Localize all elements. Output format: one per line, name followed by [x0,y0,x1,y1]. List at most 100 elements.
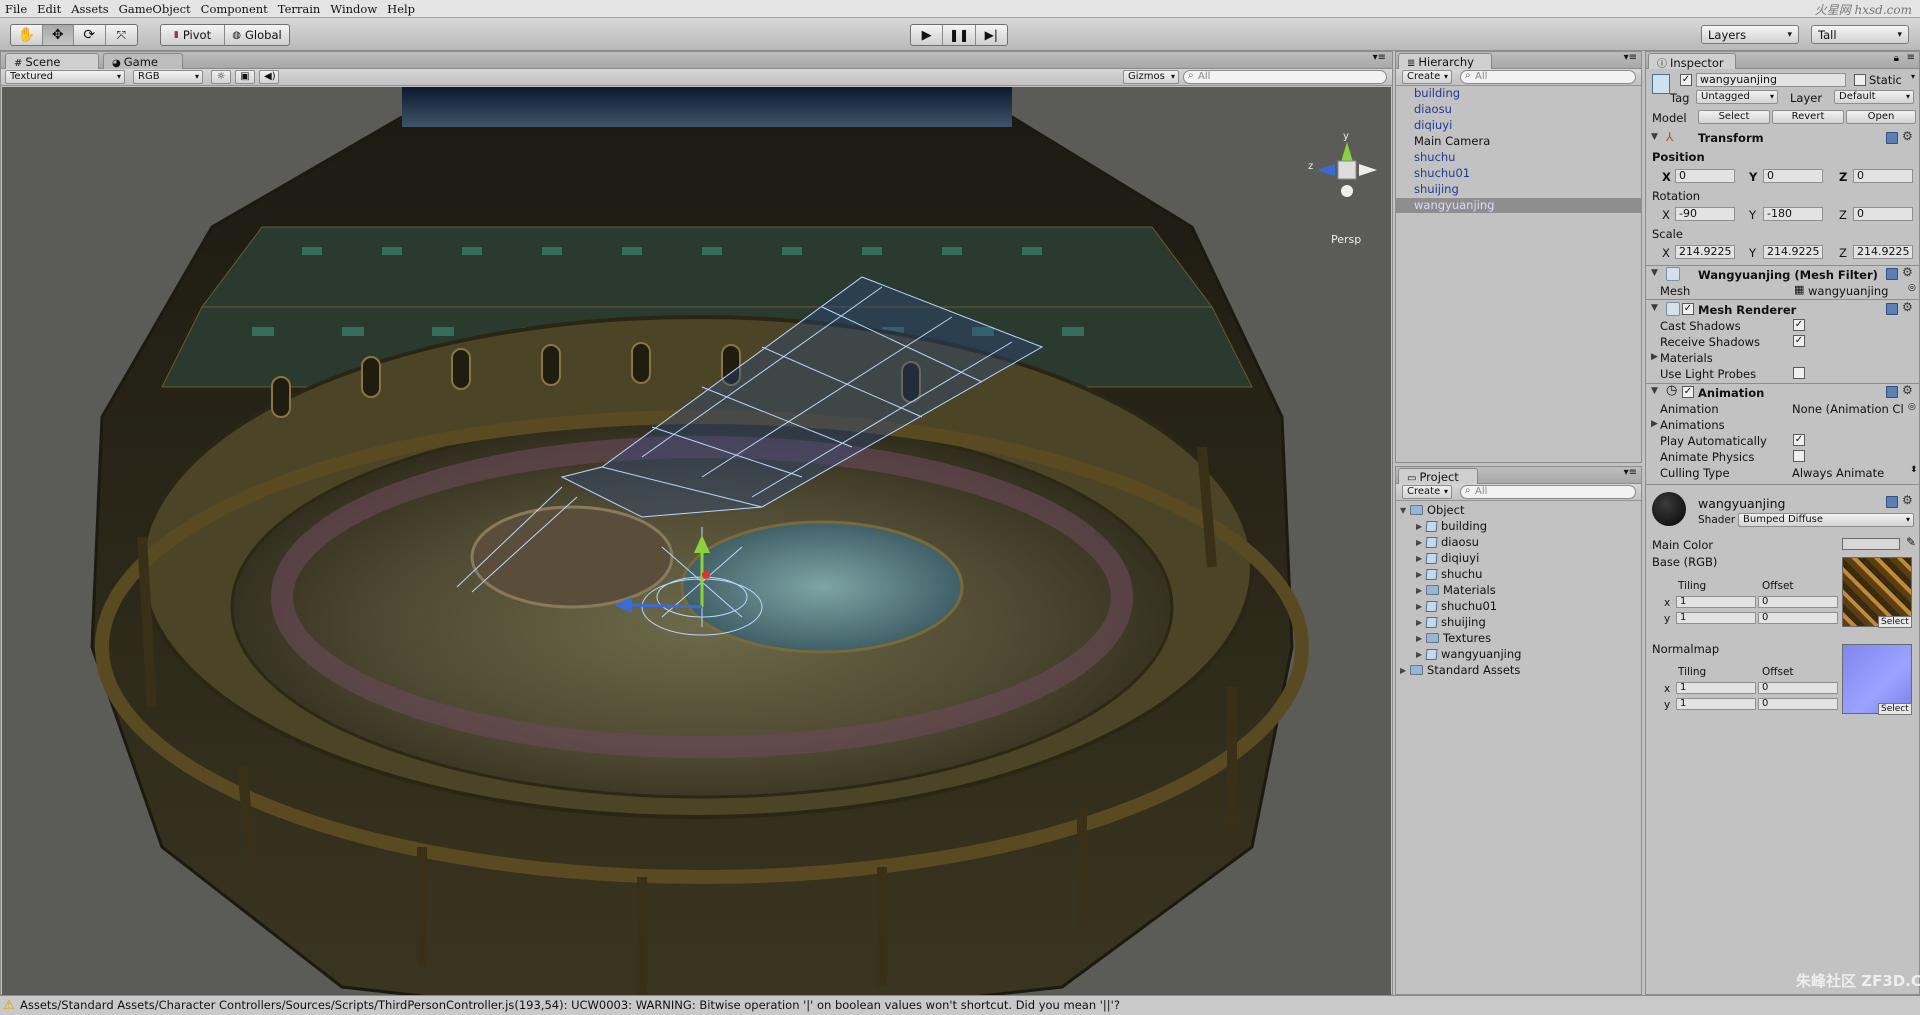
pivot-button[interactable]: ▮ Pivot [161,25,225,45]
materials-fold-icon[interactable]: ▶ [1651,352,1658,362]
menu-help[interactable]: Help [382,0,420,16]
help-book-icon[interactable] [1886,386,1898,398]
lock-icon[interactable]: 🔒︎ [1894,53,1899,64]
project-menu-icon[interactable]: ▾≡ [1624,467,1637,478]
layout-dropdown[interactable]: Tall [1811,25,1909,44]
main-color-swatch[interactable] [1842,538,1900,550]
object-name-field[interactable]: wangyuanjing [1696,73,1846,87]
rotate-tool-button[interactable]: ⟳ [74,25,106,45]
scale-tool-button[interactable]: ⤧ [106,25,137,45]
animate-physics-checkbox[interactable] [1793,450,1805,462]
color-mode-dropdown[interactable]: RGB [133,70,203,84]
rotation-y-field[interactable]: -180 [1763,207,1823,221]
hierarchy-item-diqiuyi[interactable]: diqiuyi [1414,118,1452,132]
normal-offset-x-field[interactable]: 0 [1758,682,1838,694]
normal-tiling-x-field[interactable]: 1 [1676,682,1756,694]
hierarchy-item-building[interactable]: building [1414,86,1460,100]
render-mode-dropdown[interactable]: Textured [5,70,125,84]
base-offset-y-field[interactable]: 0 [1758,612,1838,624]
chevron-updown-icon[interactable]: ⬍ [1910,465,1918,475]
hierarchy-menu-icon[interactable]: ▾≡ [1624,52,1637,63]
hierarchy-item-main-camera[interactable]: Main Camera [1414,134,1490,148]
project-folder-materials[interactable]: ▶ Materials [1416,583,1496,597]
rotation-x-field[interactable]: -90 [1675,207,1735,221]
object-active-checkbox[interactable]: ✓ [1680,74,1692,86]
menu-gameobject[interactable]: GameObject [114,0,196,16]
help-book-icon[interactable] [1886,132,1898,144]
tab-inspector[interactable]: ⓘ Inspector [1648,53,1736,70]
project-item-diaosu[interactable]: ▶ diaosu [1416,535,1479,549]
mesh-renderer-fold-icon[interactable]: ▼ [1651,303,1658,313]
transform-fold-icon[interactable]: ▼ [1651,132,1658,142]
project-item-shuchu[interactable]: ▶ shuchu [1416,567,1482,581]
move-tool-button[interactable]: ✥ [42,25,74,45]
play-button[interactable]: ▶ [911,25,944,45]
expanded-triangle-icon[interactable]: ▼ [1400,506,1410,515]
animation-value-field[interactable]: None (Animation Cl [1792,402,1904,416]
gizmo-x-handle[interactable] [702,571,710,579]
hierarchy-item-shuchu[interactable]: shuchu [1414,150,1455,164]
menu-component[interactable]: Component [196,0,273,16]
project-item-diqiuyi[interactable]: ▶ diqiuyi [1416,551,1479,565]
pause-button[interactable]: ❚❚ [943,25,976,45]
hierarchy-search-input[interactable]: All [1460,70,1636,84]
help-book-icon[interactable] [1886,268,1898,280]
project-item-building[interactable]: ▶ building [1416,519,1487,533]
cast-shadows-checkbox[interactable]: ✓ [1793,319,1805,331]
animation-fold-icon[interactable]: ▼ [1651,386,1658,396]
collapsed-triangle-icon[interactable]: ▶ [1416,618,1426,627]
layers-dropdown[interactable]: Layers [1701,25,1799,44]
project-create-button[interactable]: Create [1402,485,1452,499]
project-item-shuijing[interactable]: ▶ shuijing [1416,615,1486,629]
position-x-field[interactable]: 0 [1675,169,1735,183]
menu-assets[interactable]: Assets [66,0,113,16]
console-status-bar[interactable]: ⚠ Assets/Standard Assets/Character Contr… [0,995,1920,1015]
menu-window[interactable]: Window [325,0,382,16]
mesh-renderer-enabled-checkbox[interactable]: ✓ [1682,303,1694,315]
collapsed-triangle-icon[interactable]: ▶ [1416,522,1426,531]
persp-label[interactable]: Persp [1331,233,1361,246]
scene-viewport[interactable]: y z Persp [2,87,1391,1015]
collapsed-triangle-icon[interactable]: ▶ [1416,570,1426,579]
collapsed-triangle-icon[interactable]: ▶ [1416,650,1426,659]
receive-shadows-checkbox[interactable]: ✓ [1793,335,1805,347]
hierarchy-create-button[interactable]: Create [1402,70,1452,84]
eyedropper-icon[interactable]: ✎ [1906,535,1916,549]
mesh-value-field[interactable]: wangyuanjing [1808,284,1888,298]
menu-terrain[interactable]: Terrain [273,0,326,16]
scene-search-input[interactable]: All [1183,70,1387,84]
static-dropdown-arrow[interactable]: ▾ [1911,72,1915,81]
collapsed-triangle-icon[interactable]: ▶ [1400,666,1410,675]
mesh-filter-fold-icon[interactable]: ▼ [1651,268,1658,278]
animations-label[interactable]: Animations [1660,418,1725,432]
global-button[interactable]: ◍ Global [225,25,289,45]
normal-tiling-y-field[interactable]: 1 [1676,698,1756,710]
use-light-probes-checkbox[interactable] [1793,367,1805,379]
collapsed-triangle-icon[interactable]: ▶ [1416,554,1426,563]
model-revert-button[interactable]: Revert [1772,110,1844,124]
base-tiling-y-field[interactable]: 1 [1676,612,1756,624]
collapsed-triangle-icon[interactable]: ▶ [1416,586,1426,595]
project-search-input[interactable]: All [1460,485,1636,499]
project-folder-object[interactable]: ▼ Object [1400,503,1464,517]
animation-enabled-checkbox[interactable]: ✓ [1682,386,1694,398]
menu-file[interactable]: File [0,0,32,16]
project-item-wangyuanjing[interactable]: ▶ wangyuanjing [1416,647,1521,661]
hierarchy-item-shuijing[interactable]: shuijing [1414,182,1459,196]
audio-toggle[interactable]: ◀) [259,70,279,84]
rotation-z-field[interactable]: 0 [1853,207,1913,221]
culling-type-dropdown[interactable]: Always Animate [1792,466,1884,480]
project-item-shuchu01[interactable]: ▶ shuchu01 [1416,599,1497,613]
project-folder-standard-assets[interactable]: ▶ Standard Assets [1400,663,1520,677]
model-select-button[interactable]: Select [1698,110,1770,124]
shader-dropdown[interactable]: Bumped Diffuse [1738,513,1914,527]
help-book-icon[interactable] [1886,303,1898,315]
step-button[interactable]: ▶| [976,25,1007,45]
panel-menu-icon[interactable]: ▾≡ [1373,52,1386,63]
help-book-icon[interactable] [1886,496,1898,508]
base-texture-select-button[interactable]: Select [1878,616,1912,628]
hierarchy-item-shuchu01[interactable]: shuchu01 [1414,166,1470,180]
materials-label[interactable]: Materials [1660,351,1713,365]
hierarchy-item-wangyuanjing[interactable]: wangyuanjing [1414,198,1494,212]
hand-tool-button[interactable]: ✋ [11,25,43,45]
